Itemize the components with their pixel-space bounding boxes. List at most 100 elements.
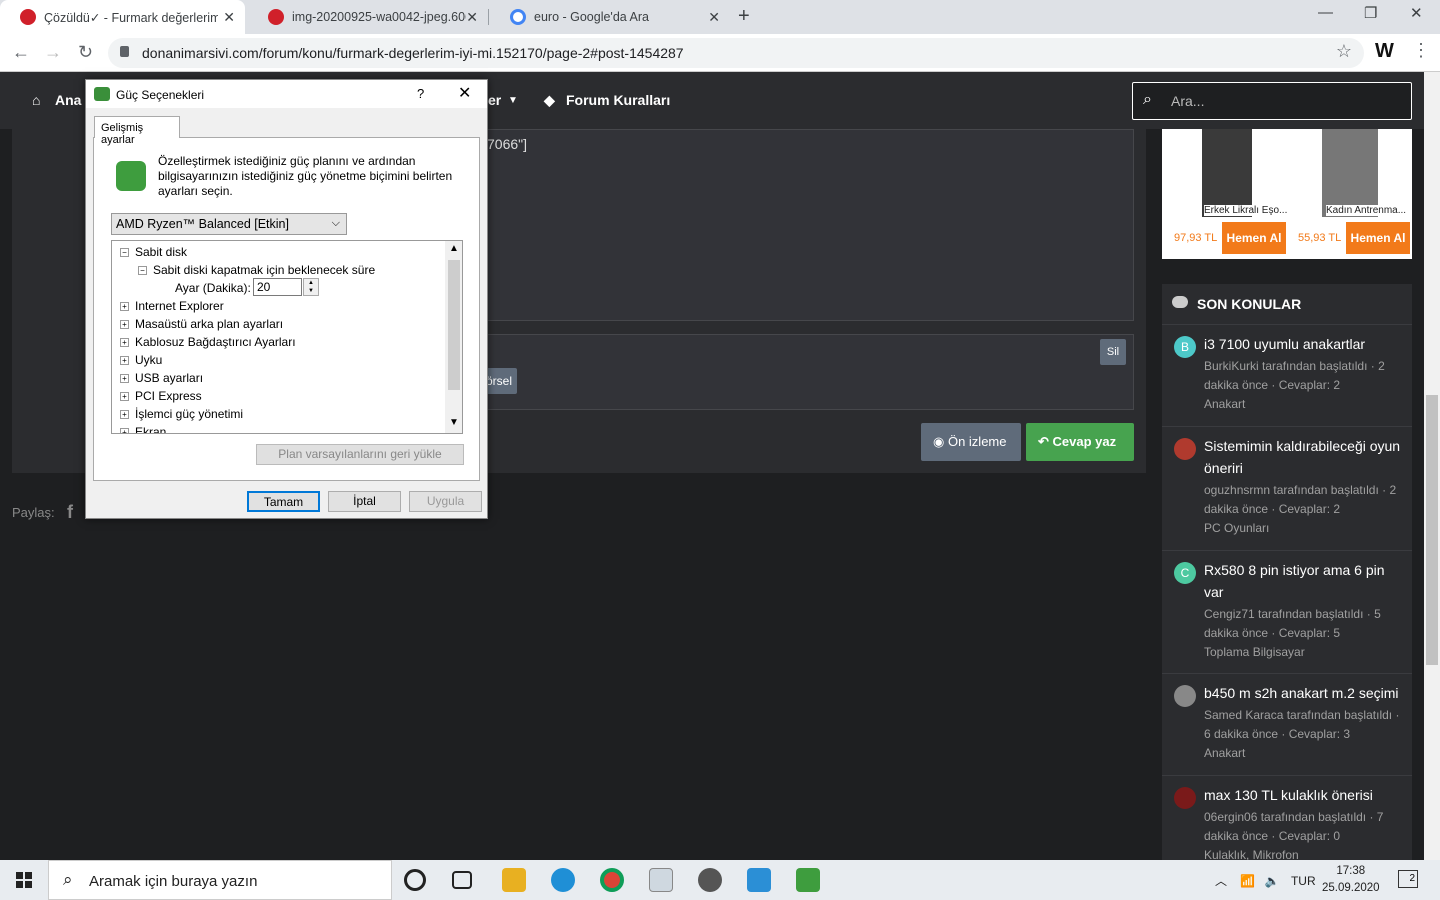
chevron-up-icon[interactable]: ︿ xyxy=(1215,874,1227,888)
expand-icon[interactable]: + xyxy=(120,302,129,311)
clock[interactable]: 17:38 25.09.2020 xyxy=(1322,863,1380,897)
collapse-icon[interactable]: − xyxy=(138,266,147,275)
tree-node[interactable]: + İşlemci güç yönetimi xyxy=(120,407,243,421)
new-tab-icon[interactable]: + xyxy=(738,5,750,28)
extension-w-icon[interactable]: W xyxy=(1375,40,1394,63)
topic-title[interactable]: Rx580 8 pin istiyor ama 6 pin var xyxy=(1204,559,1404,603)
tree-node[interactable]: + Uyku xyxy=(120,353,162,367)
buy-now-button[interactable]: Hemen Al xyxy=(1222,222,1286,254)
delete-button[interactable]: Sil xyxy=(1100,339,1126,365)
task-view-icon[interactable] xyxy=(452,871,472,889)
close-window-icon[interactable]: ✕ xyxy=(1410,4,1423,22)
taskbar-search-input[interactable]: ⌕ Aramak için buraya yazın xyxy=(48,860,392,900)
tab-advanced-settings[interactable]: Gelişmiş ayarlar xyxy=(94,116,180,146)
language-indicator[interactable]: TUR xyxy=(1291,874,1316,888)
nav-rules-link[interactable]: Forum Kuralları xyxy=(566,92,670,108)
close-tab-icon[interactable]: ✕ xyxy=(708,9,720,26)
site-search-input[interactable]: ⌕ Ara... xyxy=(1132,82,1412,120)
page-scrollbar[interactable] xyxy=(1424,72,1440,860)
edge-icon[interactable] xyxy=(551,868,575,892)
expand-icon[interactable]: + xyxy=(120,320,129,329)
nav-home-link[interactable]: Ana xyxy=(55,92,81,108)
browser-menu-icon[interactable]: ⋮ xyxy=(1412,40,1430,61)
expand-icon[interactable]: + xyxy=(120,392,129,401)
expand-icon[interactable]: + xyxy=(120,338,129,347)
resource-monitor-icon[interactable] xyxy=(649,868,673,892)
expand-icon[interactable]: + xyxy=(120,428,129,433)
back-icon[interactable]: ← xyxy=(12,42,30,63)
minutes-input[interactable]: 20 xyxy=(253,278,302,296)
browser-tab-2[interactable]: img-20200925-wa0042-jpeg.606 ✕ xyxy=(248,0,488,34)
tree-node[interactable]: + Internet Explorer xyxy=(120,299,224,313)
topic-title[interactable]: b450 m s2h anakart m.2 seçimi xyxy=(1204,682,1404,704)
cancel-button[interactable]: İptal xyxy=(328,491,401,512)
topic-title[interactable]: Sistemimin kaldırabileceği oyun öneriri xyxy=(1204,435,1404,479)
topic-forum[interactable]: PC Oyunları xyxy=(1204,519,1404,538)
topic-item[interactable]: B i3 7100 uyumlu anakartlar BurkiKurki t… xyxy=(1162,324,1412,426)
topic-title[interactable]: max 130 TL kulaklık önerisi xyxy=(1204,784,1404,806)
restore-icon[interactable]: ❐ xyxy=(1364,4,1377,22)
topic-forum[interactable]: Kulaklık, Mikrofon xyxy=(1204,846,1404,860)
apply-button[interactable]: Uygula xyxy=(409,491,482,512)
reply-button[interactable]: ↶ Cevap yaz xyxy=(1026,423,1134,461)
reload-icon[interactable]: ↻ xyxy=(78,42,93,63)
help-button[interactable]: ? xyxy=(417,86,424,101)
scroll-up-icon[interactable]: ▲ xyxy=(449,243,459,254)
bookmark-star-icon[interactable]: ☆ xyxy=(1336,41,1352,62)
tree-scrollbar-thumb[interactable] xyxy=(448,260,460,390)
tree-node[interactable]: + PCI Express xyxy=(120,389,202,403)
windows-start-icon[interactable] xyxy=(16,872,32,888)
topic-item[interactable]: b450 m s2h anakart m.2 seçimi Samed Kara… xyxy=(1162,673,1412,775)
collapse-icon[interactable]: − xyxy=(120,248,129,257)
tree-node[interactable]: + USB ayarları xyxy=(120,371,203,385)
expand-icon[interactable]: + xyxy=(120,410,129,419)
close-tab-icon[interactable]: ✕ xyxy=(223,9,235,26)
settings-gear-icon[interactable] xyxy=(698,868,722,892)
expand-icon[interactable]: + xyxy=(120,374,129,383)
settings-tree[interactable]: − Sabit disk − Sabit diski kapatmak için b… xyxy=(111,240,463,434)
ok-button[interactable]: Tamam xyxy=(247,491,320,512)
spinner-arrows-icon[interactable]: ▲ ▼ xyxy=(303,278,319,296)
dialog-titlebar[interactable]: Güç Seçenekleri ? ✕ xyxy=(86,80,487,108)
nav-menu-partial[interactable]: er xyxy=(488,92,501,108)
url-field[interactable]: donanimarsivi.com/forum/konu/furmark-deg… xyxy=(108,38,1364,68)
notification-center-icon[interactable]: 2 xyxy=(1398,870,1418,888)
topic-forum[interactable]: Anakart xyxy=(1204,744,1404,763)
forward-icon[interactable]: → xyxy=(44,42,62,63)
home-icon[interactable]: ⌂ xyxy=(32,92,40,108)
power-options-taskbar-icon[interactable] xyxy=(796,868,820,892)
control-panel-icon[interactable] xyxy=(747,868,771,892)
expand-icon[interactable]: + xyxy=(120,356,129,365)
ad-item[interactable]: Erkek Likralı Eşo... 97,93 TL Hemen Al xyxy=(1166,129,1288,259)
scroll-down-icon[interactable]: ▼ xyxy=(449,417,459,428)
chrome-icon[interactable] xyxy=(600,868,624,892)
topic-forum[interactable]: Anakart xyxy=(1204,395,1404,414)
power-plan-select[interactable]: AMD Ryzen™ Balanced [Etkin] ⌵ xyxy=(111,213,347,235)
file-explorer-icon[interactable] xyxy=(502,868,526,892)
editor-area[interactable] xyxy=(476,129,1134,321)
tree-scrollbar[interactable]: ▲ ▼ xyxy=(445,241,462,433)
volume-icon[interactable]: 🔈 xyxy=(1265,874,1280,888)
topic-forum[interactable]: Toplama Bilgisayar xyxy=(1204,643,1404,662)
tree-node[interactable]: + Masaüstü arka plan ayarları xyxy=(120,317,283,331)
preview-button[interactable]: ◉ Ön izleme xyxy=(921,423,1021,461)
close-icon[interactable]: ✕ xyxy=(458,83,471,103)
network-icon[interactable]: 📶 xyxy=(1240,874,1255,888)
tree-node[interactable]: + Ekran xyxy=(120,425,166,433)
buy-now-button[interactable]: Hemen Al xyxy=(1346,222,1410,254)
ad-item[interactable]: Kadın Antrenma... 55,93 TL Hemen Al xyxy=(1290,129,1410,259)
restore-defaults-button[interactable]: Plan varsayılanlarını geri yükle xyxy=(256,444,464,465)
facebook-icon[interactable]: f xyxy=(67,502,73,523)
topic-title[interactable]: i3 7100 uyumlu anakartlar xyxy=(1204,333,1404,355)
minimize-icon[interactable]: — xyxy=(1318,4,1333,21)
scrollbar-thumb[interactable] xyxy=(1426,395,1438,665)
tree-node-disk[interactable]: − Sabit disk xyxy=(120,245,187,259)
tree-node[interactable]: + Kablosuz Bağdaştırıcı Ayarları xyxy=(120,335,296,349)
tree-node-disk-timeout[interactable]: − Sabit diski kapatmak için beklenecek sü… xyxy=(138,263,375,277)
close-tab-icon[interactable]: ✕ xyxy=(466,9,478,26)
dropdown-caret-icon[interactable]: ▼ xyxy=(508,95,518,106)
topic-item[interactable]: Sistemimin kaldırabileceği oyun öneriri … xyxy=(1162,426,1412,550)
browser-tab-1[interactable]: Çözüldü✓ - Furmark değerlerim i ✕ xyxy=(0,0,245,34)
browser-tab-3[interactable]: euro - Google'da Ara ✕ xyxy=(490,0,730,34)
topic-item[interactable]: C Rx580 8 pin istiyor ama 6 pin var Ceng… xyxy=(1162,550,1412,673)
